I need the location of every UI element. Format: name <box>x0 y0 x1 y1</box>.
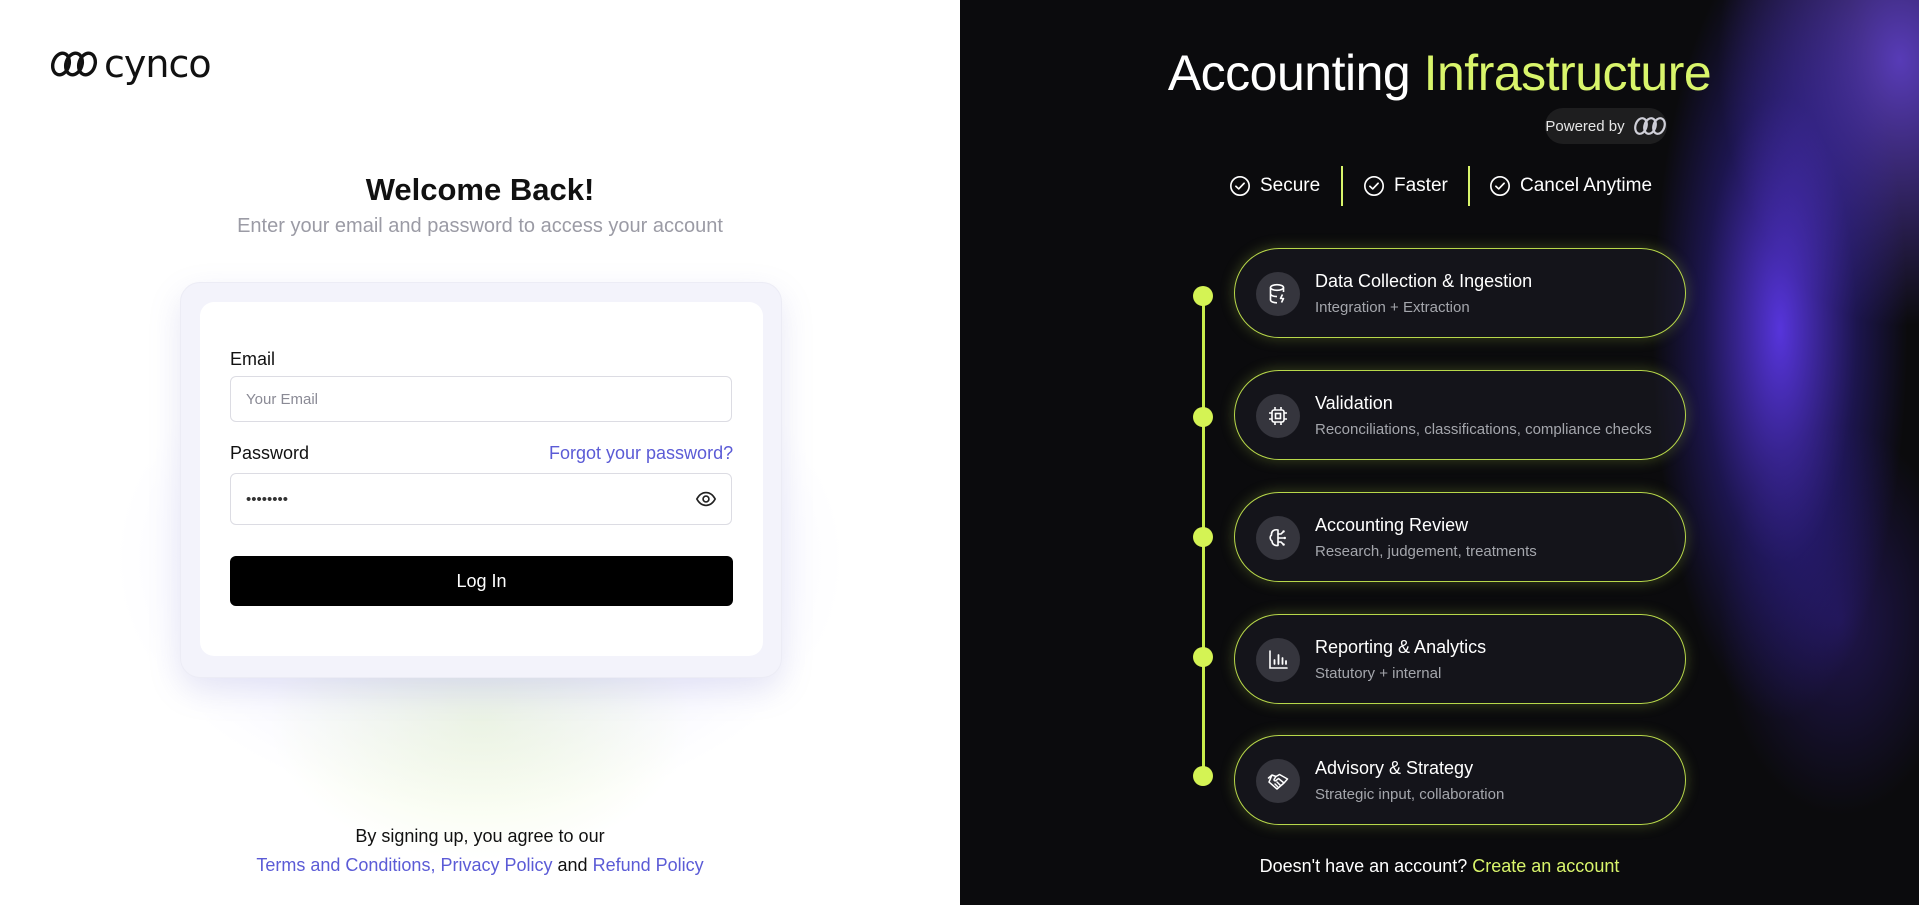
and-text: and <box>557 855 588 875</box>
timeline-dot <box>1193 286 1213 306</box>
step-title: Data Collection & Ingestion <box>1315 271 1533 291</box>
eye-icon[interactable] <box>695 488 717 510</box>
email-label: Email <box>230 349 276 369</box>
feature-divider <box>1468 166 1470 206</box>
step-validation: Validation Reconciliations, classificati… <box>1234 370 1686 460</box>
chip-icon <box>1256 394 1300 438</box>
signup-prompt: Doesn't have an account? Create an accou… <box>960 856 1919 877</box>
feature-label: Faster <box>1394 175 1448 196</box>
database-icon <box>1256 272 1300 316</box>
forgot-password-link[interactable]: Forgot your password? <box>549 443 733 464</box>
marketing-panel: Accounting Infrastructure Powered by Sec… <box>960 0 1919 905</box>
step-description: Research, judgement, treatments <box>1315 543 1537 560</box>
hero-title: Accounting Infrastructure <box>960 44 1919 102</box>
step-description: Strategic input, collaboration <box>1315 786 1505 803</box>
login-button[interactable]: Log In <box>230 556 733 606</box>
privacy-link[interactable]: Privacy Policy <box>440 855 552 875</box>
cynco-mark-icon <box>1633 117 1666 135</box>
handshake-icon <box>1256 759 1300 803</box>
check-circle-icon <box>1490 176 1510 196</box>
cynco-logo[interactable]: cynco <box>50 42 212 86</box>
feature-secure: Secure <box>1229 166 1320 206</box>
brand-name: cynco <box>104 42 212 86</box>
step-advisory-strategy: Advisory & Strategy Strategic input, col… <box>1234 735 1686 825</box>
refund-link[interactable]: Refund Policy <box>593 855 704 875</box>
signup-question: Doesn't have an account? <box>1259 856 1468 876</box>
hero-title-accent: Infrastructure <box>1423 45 1712 101</box>
create-account-link[interactable]: Create an account <box>1472 856 1619 876</box>
feature-cancel-anytime: Cancel Anytime <box>1489 166 1652 206</box>
timeline-dot <box>1193 527 1213 547</box>
step-accounting-review: Accounting Review Research, judgement, t… <box>1234 492 1686 582</box>
step-title: Accounting Review <box>1315 515 1469 535</box>
terms-link[interactable]: Terms and Conditions, <box>256 855 435 875</box>
terms-links: Terms and Conditions, Privacy Policy and… <box>0 855 960 876</box>
step-description: Statutory + internal <box>1315 665 1442 682</box>
step-title: Advisory & Strategy <box>1315 758 1474 778</box>
brain-icon <box>1256 516 1300 560</box>
check-circle-icon <box>1364 176 1384 196</box>
terms-notice: By signing up, you agree to our <box>355 826 605 846</box>
password-label: Password <box>230 443 310 463</box>
bar-chart-icon <box>1256 638 1300 682</box>
timeline-dot <box>1193 766 1213 786</box>
feature-label: Secure <box>1260 175 1321 196</box>
powered-by-label: Powered by <box>1545 117 1625 135</box>
step-title: Reporting & Analytics <box>1315 637 1487 657</box>
feature-label: Cancel Anytime <box>1520 175 1653 196</box>
email-field[interactable] <box>230 376 732 422</box>
feature-divider <box>1341 166 1343 206</box>
step-reporting-analytics: Reporting & Analytics Statutory + intern… <box>1234 614 1686 704</box>
check-circle-icon <box>1230 176 1250 196</box>
step-description: Reconciliations, classifications, compli… <box>1315 421 1652 438</box>
feature-faster: Faster <box>1363 166 1448 206</box>
page-subtitle: Enter your email and password to access … <box>237 215 723 237</box>
login-panel: cynco Welcome Back! Enter your email and… <box>0 0 960 905</box>
step-data-collection: Data Collection & Ingestion Integration … <box>1234 248 1686 338</box>
timeline-dot <box>1193 407 1213 427</box>
cynco-logo-icon <box>50 51 98 77</box>
password-field[interactable] <box>230 473 732 525</box>
feature-list: Secure Faster Cancel Anytime <box>960 166 1919 206</box>
step-title: Validation <box>1315 393 1393 413</box>
step-description: Integration + Extraction <box>1315 299 1470 316</box>
timeline-dot <box>1193 647 1213 667</box>
hero-title-main: Accounting <box>1167 45 1411 101</box>
powered-by-badge: Powered by <box>1545 108 1667 144</box>
page-title: Welcome Back! <box>365 172 595 207</box>
